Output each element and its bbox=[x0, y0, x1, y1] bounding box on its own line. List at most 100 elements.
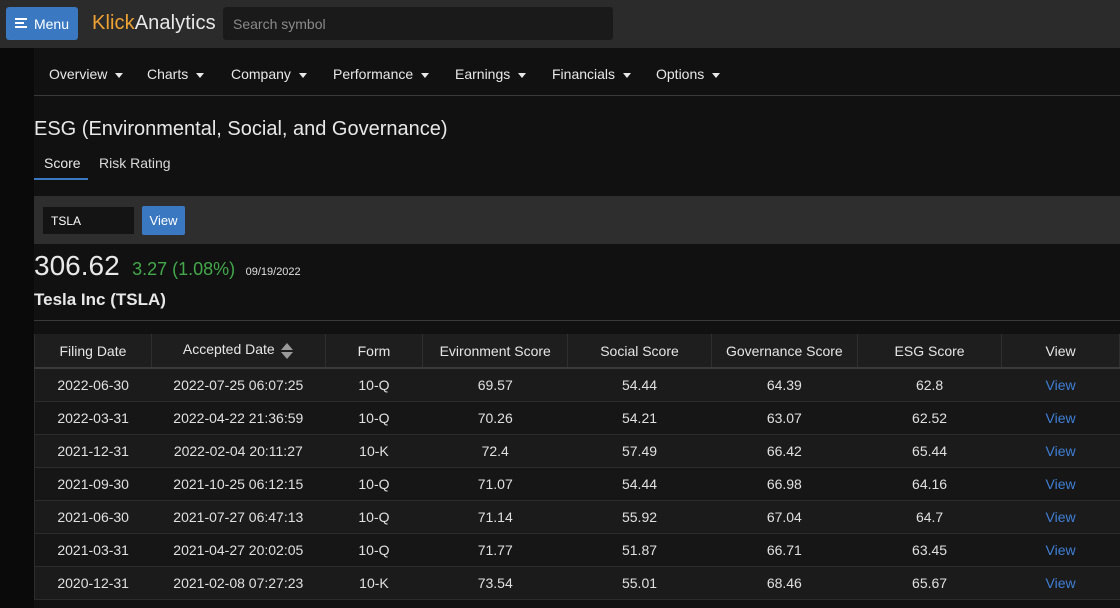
price-change: 3.27 (1.08%) bbox=[132, 259, 236, 279]
nav-performance[interactable]: Performance bbox=[333, 66, 430, 82]
view-button[interactable]: View bbox=[142, 206, 185, 235]
caret-down-icon bbox=[518, 72, 527, 78]
cell-form: 10-Q bbox=[325, 401, 423, 435]
view-link[interactable]: View bbox=[1046, 542, 1076, 558]
cell-filing-date: 2021-03-31 bbox=[34, 533, 152, 567]
quote-line: 306.62 3.27 (1.08%) 09/19/2022 bbox=[34, 250, 301, 282]
nav-label: Overview bbox=[49, 66, 108, 82]
left-gutter bbox=[0, 48, 34, 608]
view-link[interactable]: View bbox=[1046, 509, 1076, 525]
table-row: 2021-12-31 2022-02-04 20:11:27 10-K 72.4 57.… bbox=[34, 434, 1120, 468]
nav-label: Earnings bbox=[455, 66, 511, 82]
cell-esg-score: 63.45 bbox=[857, 533, 1002, 567]
cell-view: View bbox=[1001, 467, 1120, 501]
cell-form: 10-K bbox=[325, 566, 423, 600]
table-row: 2021-09-30 2021-10-25 06:12:15 10-Q 71.07 54… bbox=[34, 467, 1120, 501]
caret-down-icon bbox=[421, 72, 430, 78]
price: 306.62 bbox=[34, 250, 120, 281]
col-accepted-date-label: Accepted Date bbox=[182, 341, 275, 358]
main-nav: Overview Charts Company Performance Earn… bbox=[34, 48, 1120, 96]
cell-esg-score: 64.7 bbox=[857, 500, 1002, 534]
cell-social-score: 57.49 bbox=[567, 434, 712, 468]
cell-social-score: 54.44 bbox=[567, 467, 712, 501]
col-form[interactable]: Form bbox=[324, 334, 424, 369]
cell-view: View bbox=[1001, 368, 1120, 402]
cell-accepted-date: 2021-10-25 06:12:15 bbox=[151, 467, 326, 501]
symbol-toolbar: View bbox=[34, 196, 1120, 244]
cell-governance-score: 66.71 bbox=[711, 533, 858, 567]
nav-label: Financials bbox=[552, 66, 616, 82]
table-row: 2021-06-30 2021-07-27 06:47:13 10-Q 71.14 55… bbox=[34, 500, 1120, 534]
cell-environment-score: 71.77 bbox=[422, 533, 568, 567]
cell-accepted-date: 2021-07-27 06:47:13 bbox=[151, 500, 326, 534]
cell-environment-score: 71.14 bbox=[422, 500, 568, 534]
cell-governance-score: 63.07 bbox=[711, 401, 858, 435]
cell-filing-date: 2021-09-30 bbox=[34, 467, 152, 501]
col-environment-score[interactable]: Evironment Score bbox=[422, 334, 569, 369]
top-bar: Menu KlickAnalytics bbox=[0, 0, 1120, 48]
cell-governance-score: 66.98 bbox=[711, 467, 858, 501]
esg-table: Filing Date Accepted Date Form Evironmen… bbox=[34, 334, 1120, 600]
view-link[interactable]: View bbox=[1046, 476, 1076, 492]
nav-label: Performance bbox=[333, 66, 414, 82]
col-social-score[interactable]: Social Score bbox=[567, 334, 712, 369]
nav-earnings[interactable]: Earnings bbox=[455, 66, 527, 82]
cell-environment-score: 73.54 bbox=[422, 566, 568, 600]
cell-governance-score: 67.04 bbox=[711, 500, 858, 534]
view-link[interactable]: View bbox=[1046, 575, 1076, 591]
cell-governance-score: 66.42 bbox=[711, 434, 858, 468]
col-accepted-date[interactable]: Accepted Date bbox=[150, 334, 326, 369]
cell-form: 10-Q bbox=[325, 500, 423, 534]
caret-down-icon bbox=[623, 72, 632, 78]
logo-klick: Klick bbox=[92, 12, 135, 34]
cell-social-score: 55.01 bbox=[567, 566, 712, 600]
cell-esg-score: 62.52 bbox=[857, 401, 1002, 435]
search-input[interactable] bbox=[223, 7, 613, 40]
tab-score[interactable]: Score bbox=[44, 155, 81, 171]
nav-financials[interactable]: Financials bbox=[552, 66, 632, 82]
table-row: 2020-12-31 2021-02-08 07:27:23 10-K 73.54 55… bbox=[34, 566, 1120, 600]
nav-options[interactable]: Options bbox=[656, 66, 721, 82]
logo-analytics: Analytics bbox=[134, 12, 216, 34]
cell-form: 10-Q bbox=[325, 368, 423, 402]
cell-esg-score: 64.16 bbox=[857, 467, 1002, 501]
view-link[interactable]: View bbox=[1046, 443, 1076, 459]
caret-down-icon bbox=[196, 72, 205, 78]
view-link[interactable]: View bbox=[1046, 410, 1076, 426]
cell-filing-date: 2021-12-31 bbox=[34, 434, 152, 468]
view-link[interactable]: View bbox=[1046, 377, 1076, 393]
nav-charts[interactable]: Charts bbox=[147, 66, 205, 82]
cell-filing-date: 2020-12-31 bbox=[34, 566, 152, 600]
nav-overview[interactable]: Overview bbox=[49, 66, 124, 82]
cell-social-score: 51.87 bbox=[567, 533, 712, 567]
nav-label: Options bbox=[656, 66, 705, 82]
col-governance-score[interactable]: Governance Score bbox=[710, 334, 858, 369]
col-filing-date[interactable]: Filing Date bbox=[34, 334, 152, 369]
symbol-input[interactable] bbox=[43, 207, 134, 234]
col-view[interactable]: View bbox=[1001, 334, 1120, 369]
cell-environment-score: 70.26 bbox=[422, 401, 568, 435]
nav-company[interactable]: Company bbox=[231, 66, 307, 82]
cell-environment-score: 71.07 bbox=[422, 467, 568, 501]
cell-view: View bbox=[1001, 566, 1120, 600]
cell-social-score: 54.21 bbox=[567, 401, 712, 435]
cell-form: 10-Q bbox=[325, 533, 423, 567]
caret-down-icon bbox=[298, 72, 307, 78]
divider bbox=[34, 320, 1120, 321]
tab-risk-rating[interactable]: Risk Rating bbox=[99, 155, 171, 171]
menu-button[interactable]: Menu bbox=[6, 7, 78, 40]
table-header-row: Filing Date Accepted Date Form Evironmen… bbox=[34, 334, 1120, 369]
cell-filing-date: 2021-06-30 bbox=[34, 500, 152, 534]
tab-bar: Score Risk Rating bbox=[34, 150, 1120, 182]
cell-social-score: 54.44 bbox=[567, 368, 712, 402]
quote-date: 09/19/2022 bbox=[245, 266, 301, 278]
cell-filing-date: 2022-03-31 bbox=[34, 401, 152, 435]
caret-down-icon bbox=[712, 72, 721, 78]
table-row: 2021-03-31 2021-04-27 20:02:05 10-Q 71.77 51… bbox=[34, 533, 1120, 567]
cell-esg-score: 65.44 bbox=[857, 434, 1002, 468]
cell-accepted-date: 2021-02-08 07:27:23 bbox=[151, 566, 326, 600]
col-esg-score[interactable]: ESG Score bbox=[856, 334, 1003, 369]
sort-icon bbox=[280, 342, 293, 359]
logo[interactable]: KlickAnalytics bbox=[92, 12, 216, 35]
cell-view: View bbox=[1001, 533, 1120, 567]
